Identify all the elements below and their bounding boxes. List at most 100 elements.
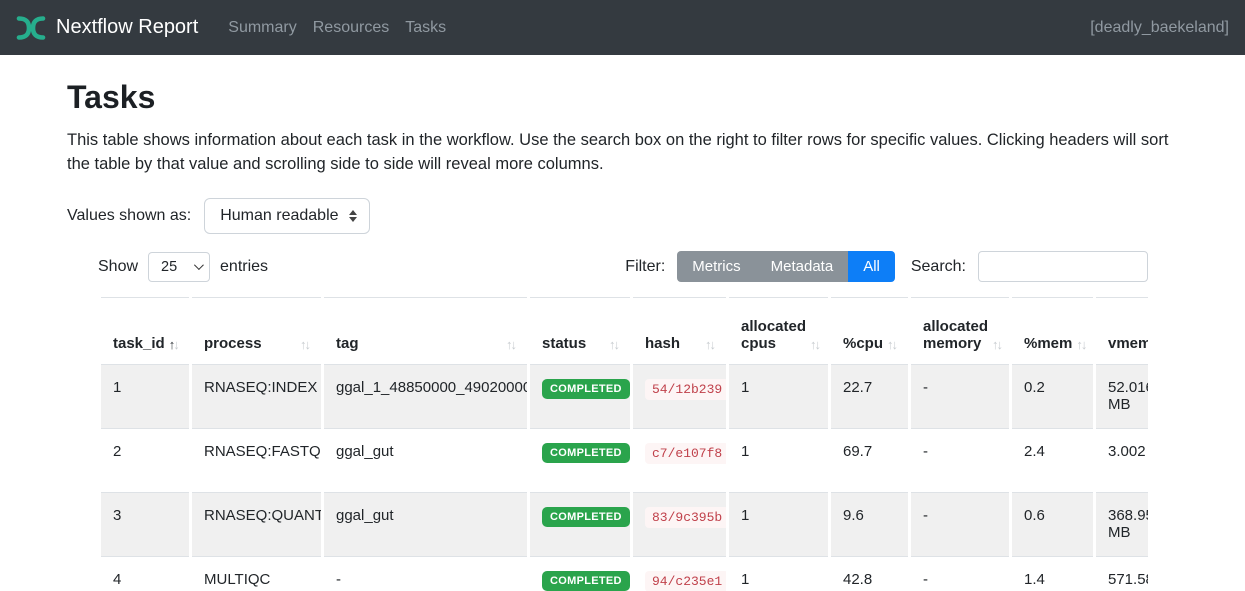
table-scroll-container[interactable]: task_id↑↓process↑↓tag↑↓status↑↓hash↑↓all… [98, 297, 1148, 591]
hash-code: 83/9c395b [645, 507, 726, 528]
column-header-task_id[interactable]: task_id↑↓ [101, 297, 189, 365]
cell-task_id: 3 [101, 493, 189, 557]
cell-allocated_cpus: 1 [729, 493, 828, 557]
sort-icon: ↑↓ [992, 337, 1001, 352]
cell-status: COMPLETED [530, 557, 630, 591]
cell-pcpu: 69.7 [831, 429, 908, 493]
column-header-pcpu[interactable]: %cpu↑↓ [831, 297, 908, 365]
sort-icon: ↑↓ [810, 337, 819, 352]
table-row: 1RNASEQ:INDEXggal_1_48850000_49020000COM… [101, 365, 1148, 429]
sort-icon: ↑↓ [1076, 337, 1085, 352]
navbar: Nextflow Report SummaryResourcesTasks [d… [0, 0, 1245, 55]
filter-button-metadata[interactable]: Metadata [756, 251, 849, 282]
sort-icon: ↑↓ [609, 337, 618, 352]
cell-allocated_cpus: 1 [729, 365, 828, 429]
search-label: Search: [911, 258, 966, 276]
main-content: Tasks This table shows information about… [0, 55, 1245, 591]
cell-process: MULTIQC [192, 557, 321, 591]
sort-down-arrow: ↓ [892, 337, 897, 352]
cell-vmem: 52.016 MB [1096, 365, 1148, 429]
cell-allocated_memory: - [911, 429, 1009, 493]
hash-code: 94/c235e1 [645, 571, 726, 591]
table-row: 2RNASEQ:FASTQCggal_gut COMPLETED c7/e107f8… [101, 429, 1148, 493]
column-header-tag[interactable]: tag ↑↓ [324, 297, 527, 365]
sort-icon: ↑↓ [506, 337, 515, 352]
cell-vmem: 571.58 MB [1096, 557, 1148, 591]
sort-icon: ↑↓ [300, 337, 309, 352]
filter-button-group: MetricsMetadataAll [677, 251, 895, 282]
select-updown-icon [349, 210, 357, 222]
cell-task_id: 2 [101, 429, 189, 493]
cell-status: COMPLETED [530, 365, 630, 429]
status-badge: COMPLETED [542, 507, 630, 527]
sort-down-arrow: ↓ [1081, 337, 1086, 352]
filter-button-all[interactable]: All [848, 251, 895, 282]
nav-item-resources[interactable]: Resources [305, 19, 397, 37]
filter-button-metrics[interactable]: Metrics [677, 251, 755, 282]
nextflow-logo-icon [16, 15, 46, 41]
cell-pcpu: 42.8 [831, 557, 908, 591]
values-shown-select[interactable]: Human readable [204, 198, 369, 234]
sort-down-arrow: ↓ [710, 337, 715, 352]
column-label: task_id [113, 335, 165, 352]
cell-status: COMPLETED [530, 493, 630, 557]
show-label: Show [98, 258, 138, 276]
sort-icon: ↑↓ [887, 337, 896, 352]
cell-tag: ggal_1_48850000_49020000 [324, 365, 527, 429]
cell-tag: ggal_gut [324, 429, 527, 493]
search-input[interactable] [978, 251, 1148, 282]
status-badge: COMPLETED [542, 443, 630, 463]
cell-allocated_memory: - [911, 557, 1009, 591]
cell-task_id: 4 [101, 557, 189, 591]
column-header-pmem[interactable]: %mem ↑↓ [1012, 297, 1093, 365]
column-header-status[interactable]: status ↑↓ [530, 297, 630, 365]
app-title: Nextflow Report [56, 16, 198, 39]
nav-item-summary[interactable]: Summary [220, 19, 304, 37]
cell-process: RNASEQ:FASTQC [192, 429, 321, 493]
column-header-process[interactable]: process↑↓ [192, 297, 321, 365]
nav-item-tasks[interactable]: Tasks [397, 19, 454, 37]
sort-down-arrow: ↓ [997, 337, 1002, 352]
cell-tag: - [324, 557, 527, 591]
sort-icon: ↑↓ [705, 337, 714, 352]
column-header-allocated_memory[interactable]: allocated memory↑↓ [911, 297, 1009, 365]
cell-pmem: 2.4 [1012, 429, 1093, 493]
column-label: tag [336, 335, 359, 352]
page-length-select[interactable]: 25 [148, 252, 210, 282]
hash-code: c7/e107f8 [645, 443, 726, 464]
cell-hash: 54/12b239 [633, 365, 726, 429]
column-header-vmem[interactable]: vmem↑↓ [1096, 297, 1148, 365]
hash-code: 54/12b239 [645, 379, 726, 400]
column-label: hash [645, 335, 680, 352]
table-row: 3RNASEQ:QUANTggal_gut COMPLETED 83/9c395b1… [101, 493, 1148, 557]
cell-vmem: 3.002 [1096, 429, 1148, 493]
cell-tag: ggal_gut [324, 493, 527, 557]
tasks-table-zone: Show 25 entries Filter: MetricsMetadataA… [98, 251, 1148, 591]
page-description: This table shows information about each … [67, 128, 1171, 176]
column-header-allocated_cpus[interactable]: allocated cpus ↑↓ [729, 297, 828, 365]
column-label: allocated cpus [741, 318, 806, 352]
column-label: %mem [1024, 335, 1072, 352]
column-label: status [542, 335, 586, 352]
table-row: 4MULTIQC-COMPLETED94/c235e1142.8-1.4571.… [101, 557, 1148, 591]
cell-hash: 83/9c395b [633, 493, 726, 557]
tasks-table: task_id↑↓process↑↓tag↑↓status↑↓hash↑↓all… [98, 297, 1148, 591]
status-badge: COMPLETED [542, 379, 630, 399]
column-header-hash[interactable]: hash ↑↓ [633, 297, 726, 365]
cell-allocated_cpus: 1 [729, 429, 828, 493]
cell-hash: c7/e107f8 [633, 429, 726, 493]
table-body: 1RNASEQ:INDEXggal_1_48850000_49020000COM… [101, 365, 1148, 591]
cell-allocated_memory: - [911, 365, 1009, 429]
cell-pmem: 1.4 [1012, 557, 1093, 591]
sort-down-arrow: ↓ [815, 337, 820, 352]
page-length-value: 25 [161, 259, 177, 275]
nav-links: SummaryResourcesTasks [220, 19, 454, 37]
sort-down-arrow: ↓ [305, 337, 310, 352]
column-label: vmem [1108, 335, 1148, 352]
values-shown-value: Human readable [220, 207, 338, 225]
cell-vmem: 368.95 MB [1096, 493, 1148, 557]
run-name: [deadly_baekeland] [1090, 19, 1229, 37]
cell-process: RNASEQ:QUANT [192, 493, 321, 557]
cell-pcpu: 9.6 [831, 493, 908, 557]
cell-pcpu: 22.7 [831, 365, 908, 429]
